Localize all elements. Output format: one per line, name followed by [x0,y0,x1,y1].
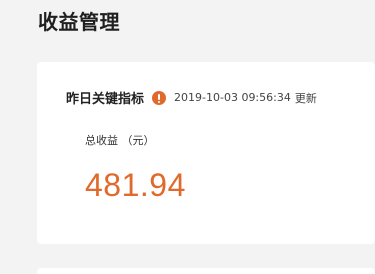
card-title: 昨日关键指标 [66,92,145,107]
next-card-edge [37,268,375,274]
page-title: 收益管理 [38,10,120,34]
card-header: 昨日关键指标 2019-10-03 09:56:34 更新 [66,88,317,107]
update-label: 更新 [294,91,317,105]
total-revenue-value: 481.94 [85,167,186,203]
revenue-page: 收益管理 昨日关键指标 2019-10-03 09:56:34 更新 总收益 （… [0,0,375,274]
info-icon[interactable] [152,90,167,105]
total-revenue-label: 总收益 （元） [85,134,155,147]
key-metrics-card: 昨日关键指标 2019-10-03 09:56:34 更新 总收益 （元） 48… [37,62,375,244]
update-timestamp: 2019-10-03 09:56:34 [174,91,291,104]
